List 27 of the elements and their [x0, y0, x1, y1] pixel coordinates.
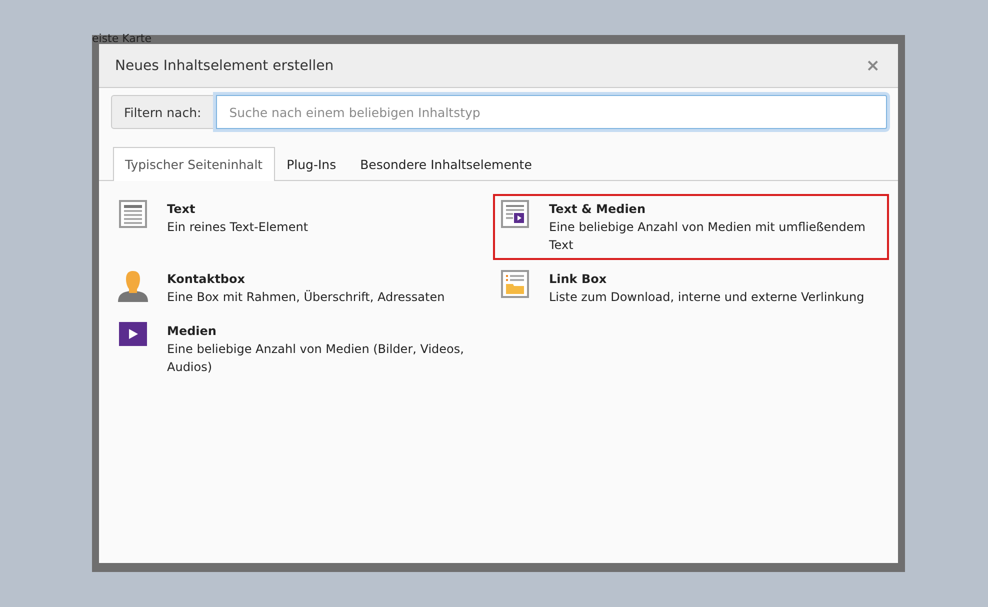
content-element-option[interactable]: Text & Medien Eine beliebige Anzahl von Medien mit umfließendem Text — [493, 194, 889, 260]
text-media-icon — [501, 200, 529, 228]
tab[interactable]: Plug-Ins — [274, 147, 348, 181]
element-title: Link Box — [549, 271, 608, 288]
element-title: Medien — [167, 323, 218, 340]
element-title: Kontaktbox — [167, 271, 246, 288]
content-element-option[interactable]: Text Ein reines Text-Element — [111, 194, 485, 242]
person-icon — [117, 270, 149, 302]
play-icon — [119, 322, 147, 346]
content-element-option[interactable]: Medien Eine beliebige Anzahl von Medien (Bilder, Videos, Audios) — [111, 316, 485, 382]
tab[interactable]: Besondere Inhaltselemente — [348, 147, 544, 181]
filter-label: Filtern nach: — [111, 95, 214, 129]
element-description: Eine beliebige Anzahl von Medien mit umfließendem Text — [549, 219, 866, 254]
element-description: Eine Box mit Rahmen, Überschrift, Adressaten — [167, 289, 445, 306]
background-text: eiste Karte — [92, 33, 152, 45]
text-lines-icon — [119, 200, 147, 228]
element-description: Liste zum Download, interne und externe Verlinkung — [549, 289, 864, 306]
element-title: Text & Medien — [549, 201, 646, 218]
element-description: Ein reines Text-Element — [167, 219, 308, 236]
folder-list-icon — [501, 270, 529, 298]
search-field[interactable]: Suche nach einem beliebigen Inhaltstyp — [216, 95, 887, 129]
element-title: Text — [167, 201, 196, 218]
element-description: Eine beliebige Anzahl von Medien (Bilder, Videos, Audios) — [167, 341, 465, 376]
content-element-option[interactable]: Kontaktbox Eine Box mit Rahmen, Überschrift, Adressaten — [111, 264, 485, 312]
dialog-title: Neues Inhaltselement erstellen — [115, 58, 334, 74]
tab[interactable]: Typischer Seiteninhalt — [113, 147, 275, 181]
content-element-option[interactable]: Link Box Liste zum Download, interne und externe Verlinkung — [493, 264, 889, 312]
